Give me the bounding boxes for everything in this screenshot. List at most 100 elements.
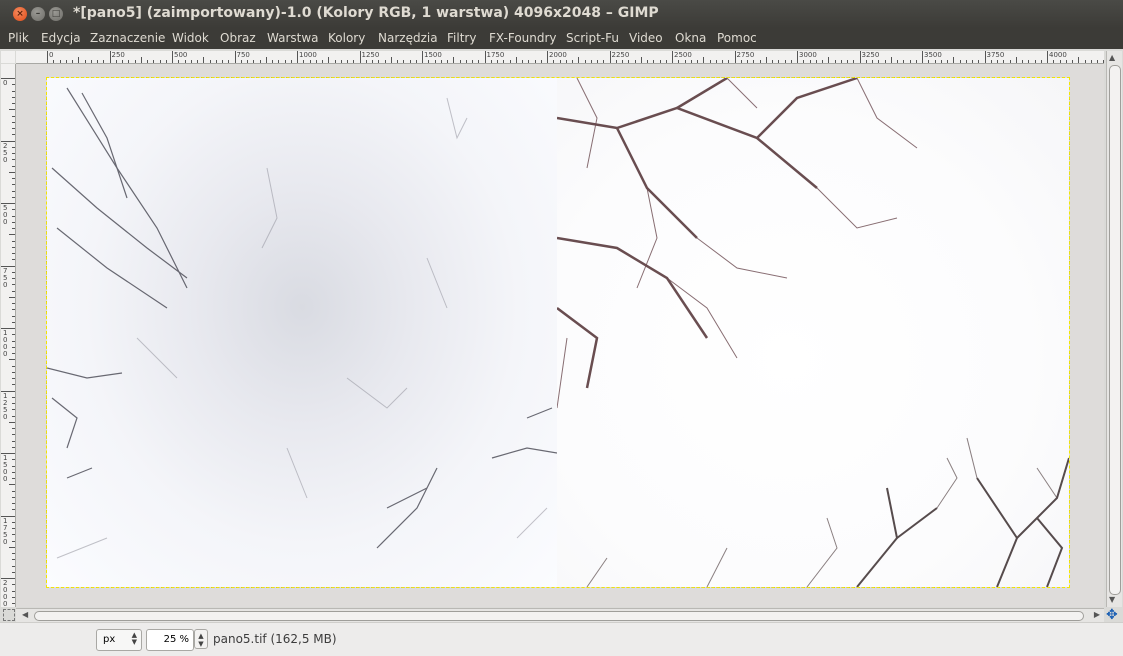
ruler-minor-tick [72,60,73,63]
ruler-minor-tick [1059,60,1061,63]
ruler-tick [672,51,673,63]
navigate-icon[interactable]: ✥ [1106,607,1118,623]
image-canvas[interactable] [47,78,1069,587]
ruler-minor-tick [365,60,367,63]
horizontal-scrollbar[interactable]: ◀ ▶ [16,608,1104,622]
image-viewport[interactable] [16,64,1104,607]
ruler-label: 750 [236,51,250,59]
scroll-down-icon[interactable]: ▼ [1109,595,1115,604]
vertical-scroll-thumb[interactable] [1109,65,1121,595]
ruler-minor-tick [690,60,692,63]
ruler-minor-tick [715,60,717,63]
menu-zaznaczenie[interactable]: Zaznaczenie [90,31,165,45]
menu-script-fu[interactable]: Script-Fu [566,31,619,45]
ruler-minor-tick [12,165,15,167]
maximize-icon: □ [51,9,61,19]
menu-okna[interactable]: Okna [675,31,706,45]
ruler-label: 2500 [674,51,692,59]
vertical-scrollbar[interactable]: ▲ ▼ [1106,51,1122,607]
ruler-minor-tick [140,57,142,63]
menu-kolory[interactable]: Kolory [328,31,365,45]
ruler-minor-tick [12,428,15,429]
ruler-minor-tick [12,446,15,448]
ruler-tick [609,51,611,63]
ruler-minor-tick [12,528,15,529]
unit-select[interactable]: px ▲ ▼ [96,629,142,651]
menu-narzedzia[interactable]: Narzędzia [378,31,438,45]
ruler-minor-tick [309,60,311,63]
ruler-minor-tick [490,60,492,63]
ruler-minor-tick [12,496,15,498]
menu-edycja[interactable]: Edycja [41,31,81,45]
ruler-minor-tick [12,371,15,373]
ruler-minor-tick [65,60,67,63]
quick-mask-icon[interactable] [3,609,15,621]
ruler-minor-tick [965,60,967,63]
scroll-right-icon[interactable]: ▶ [1094,610,1100,619]
ruler-minor-tick [534,60,536,63]
ruler-minor-tick [897,60,898,63]
ruler-label: 0 [49,51,54,59]
ruler-minor-tick [678,60,680,63]
ruler-minor-tick [12,571,15,573]
menu-warstwa[interactable]: Warstwa [267,31,319,45]
ruler-minor-tick [784,60,786,63]
ruler-minor-tick [12,384,15,386]
ruler-minor-tick [240,60,242,63]
ruler-minor-tick [178,60,180,63]
ruler-minor-tick [1053,60,1055,63]
ruler-minor-tick [12,403,15,404]
ruler-minor-tick [209,60,211,63]
horizontal-ruler[interactable]: 0 250 500 750 1000 1250 1500 1750 2000 2250 2500 27… [16,51,1104,64]
menu-obraz[interactable]: Obraz [220,31,256,45]
ruler-minor-tick [415,60,417,63]
menu-widok[interactable]: Widok [172,31,209,45]
close-button[interactable]: × [13,7,27,21]
ruler-minor-tick [884,60,886,63]
vertical-ruler[interactable]: 0 250 500 750 1000 1250 1500 1750 2000 [1,64,16,607]
ruler-tick [984,51,986,63]
zoom-dropdown-button[interactable]: ▲ ▼ [194,629,208,649]
ruler-tick [109,51,111,63]
minimize-button[interactable]: – [31,7,45,21]
horizontal-scroll-thumb[interactable] [34,611,1084,621]
ruler-minor-tick [215,60,217,63]
ruler-minor-tick [9,234,15,236]
ruler-minor-tick [97,60,98,63]
ruler-minor-tick [12,334,15,336]
menu-filtry[interactable]: Filtry [447,31,476,45]
ruler-minor-tick [478,60,480,63]
zoom-input[interactable]: 25 % [146,629,194,651]
ruler-minor-tick [1009,60,1011,63]
ruler-minor-tick [1003,60,1005,63]
ruler-minor-tick [665,60,667,63]
ruler-minor-tick [928,60,930,63]
ruler-label: 1000 [299,51,317,59]
ruler-minor-tick [759,60,761,63]
ruler-minor-tick [378,60,380,63]
ruler-minor-tick [403,60,405,63]
ruler-minor-tick [640,57,642,63]
ruler-minor-tick [290,60,292,63]
ruler-label: 3250 [861,51,880,59]
menu-plik[interactable]: Plik [8,31,29,45]
canvas-area: 0 250 500 750 1000 1250 1500 1750 2000 2250 2500 27… [0,49,1123,623]
ruler-minor-tick [12,346,15,348]
ruler-minor-tick [9,546,15,548]
ruler-minor-tick [12,540,15,542]
menu-fx-foundry[interactable]: FX-Foundry [489,31,557,45]
maximize-button[interactable]: □ [49,7,63,21]
menu-video[interactable]: Video [629,31,663,45]
ruler-minor-tick [659,60,661,63]
ruler-minor-tick [915,60,917,63]
ruler-minor-tick [553,60,555,63]
menu-bar: Plik Edycja Zaznaczenie Widok Obraz Wars… [0,28,1123,49]
menu-pomoc[interactable]: Pomoc [717,31,757,45]
ruler-minor-tick [128,60,130,63]
ruler-minor-tick [259,60,261,63]
scroll-up-icon[interactable]: ▲ [1109,53,1115,62]
ruler-label: 1250 [3,391,8,421]
ruler-minor-tick [322,60,323,63]
ruler-tick [172,51,173,63]
scroll-left-icon[interactable]: ◀ [22,610,28,619]
